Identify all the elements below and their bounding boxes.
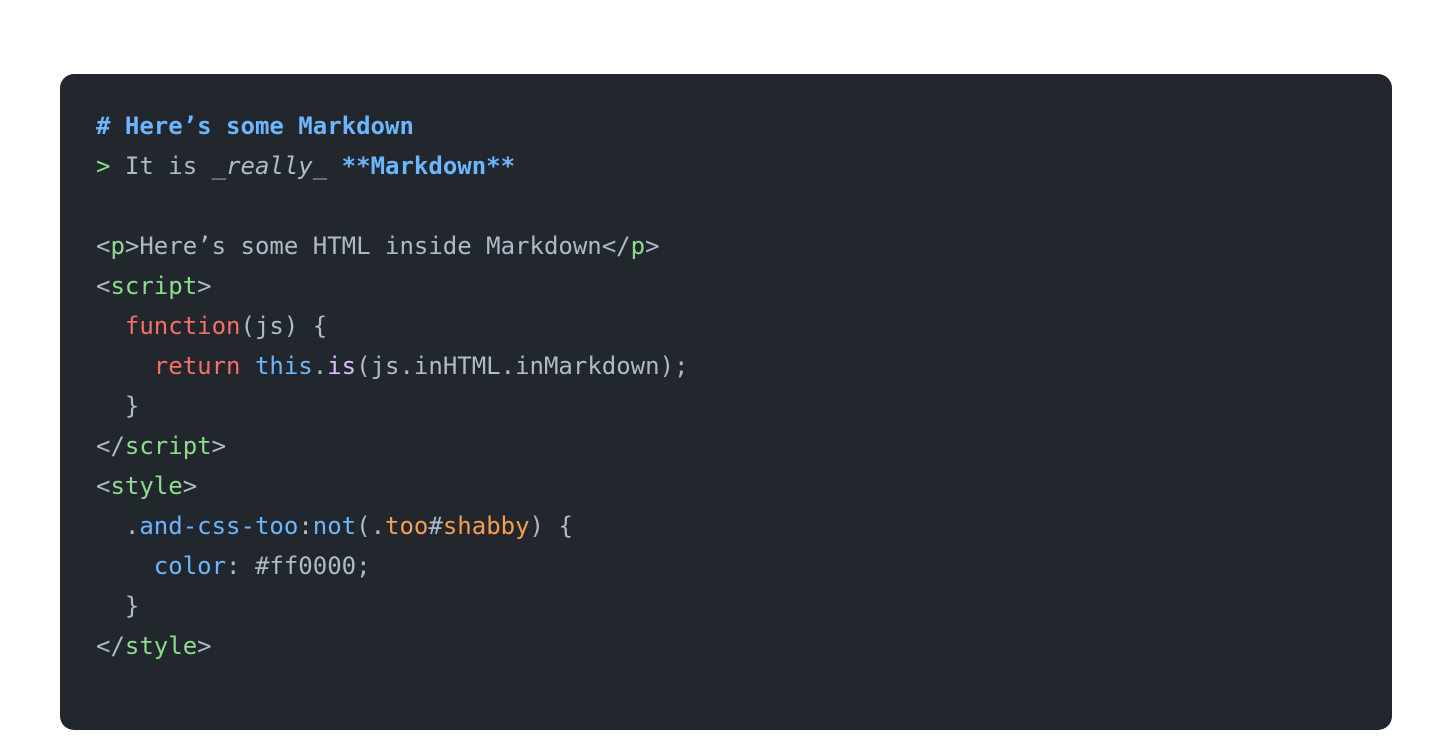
- kw-this: this: [255, 352, 313, 380]
- code-line-6: function(js) {: [96, 312, 327, 340]
- md-strong-open: **: [342, 152, 371, 180]
- code-line-1: # Here’s some Markdown: [96, 112, 414, 140]
- tag-p-open: p: [110, 232, 124, 260]
- md-heading-text: Here’s some Markdown: [125, 112, 414, 140]
- param-js: js: [255, 312, 284, 340]
- tag-p-close: p: [631, 232, 645, 260]
- method-is: is: [327, 352, 356, 380]
- css-value-color: #ff0000: [255, 552, 356, 580]
- prop-inhtml: inHTML: [414, 352, 501, 380]
- arg-js: js: [371, 352, 400, 380]
- code-line-2: > It is _really_ **Markdown**: [96, 152, 515, 180]
- tag-script-open: script: [110, 272, 197, 300]
- angle-close: >: [125, 232, 139, 260]
- code-line-5: <script>: [96, 272, 212, 300]
- code-line-10: <style>: [96, 472, 197, 500]
- md-emph-text: really: [226, 152, 313, 180]
- md-emph-open: _: [212, 152, 226, 180]
- tag-style-close: style: [125, 632, 197, 660]
- tag-script-close: script: [125, 432, 212, 460]
- code-line-12: color: #ff0000;: [96, 552, 371, 580]
- css-prop-color: color: [154, 552, 226, 580]
- kw-function: function: [125, 312, 241, 340]
- code-block[interactable]: # Here’s some Markdown > It is _really_ …: [60, 74, 1392, 730]
- code-line-13: }: [96, 592, 139, 620]
- angle-openclose: </: [602, 232, 631, 260]
- css-selector-class: and-css-too: [139, 512, 298, 540]
- kw-return: return: [154, 352, 241, 380]
- md-quote-marker: >: [96, 152, 125, 180]
- md-emph-close: _: [313, 152, 327, 180]
- md-quote-text: It is: [125, 152, 212, 180]
- md-space: [327, 152, 341, 180]
- angle-close2: >: [645, 232, 659, 260]
- md-heading-marker: #: [96, 112, 125, 140]
- code-line-7: return this.is(js.inHTML.inMarkdown);: [96, 352, 688, 380]
- code-line-4: <p>Here’s some HTML inside Markdown</p>: [96, 232, 660, 260]
- css-notarg-class: too: [385, 512, 428, 540]
- css-pseudo-not: not: [313, 512, 356, 540]
- md-strong-close: **: [486, 152, 515, 180]
- p-content: Here’s some HTML inside Markdown: [139, 232, 601, 260]
- angle-open: <: [96, 232, 110, 260]
- css-notarg-id: shabby: [443, 512, 530, 540]
- code-line-9: </script>: [96, 432, 226, 460]
- code-line-8: }: [96, 392, 139, 420]
- md-strong-text: Markdown: [371, 152, 487, 180]
- prop-inmarkdown: inMarkdown: [515, 352, 660, 380]
- code-line-14: </style>: [96, 632, 212, 660]
- code-line-11: .and-css-too:not(.too#shabby) {: [96, 512, 573, 540]
- tag-style-open: style: [110, 472, 182, 500]
